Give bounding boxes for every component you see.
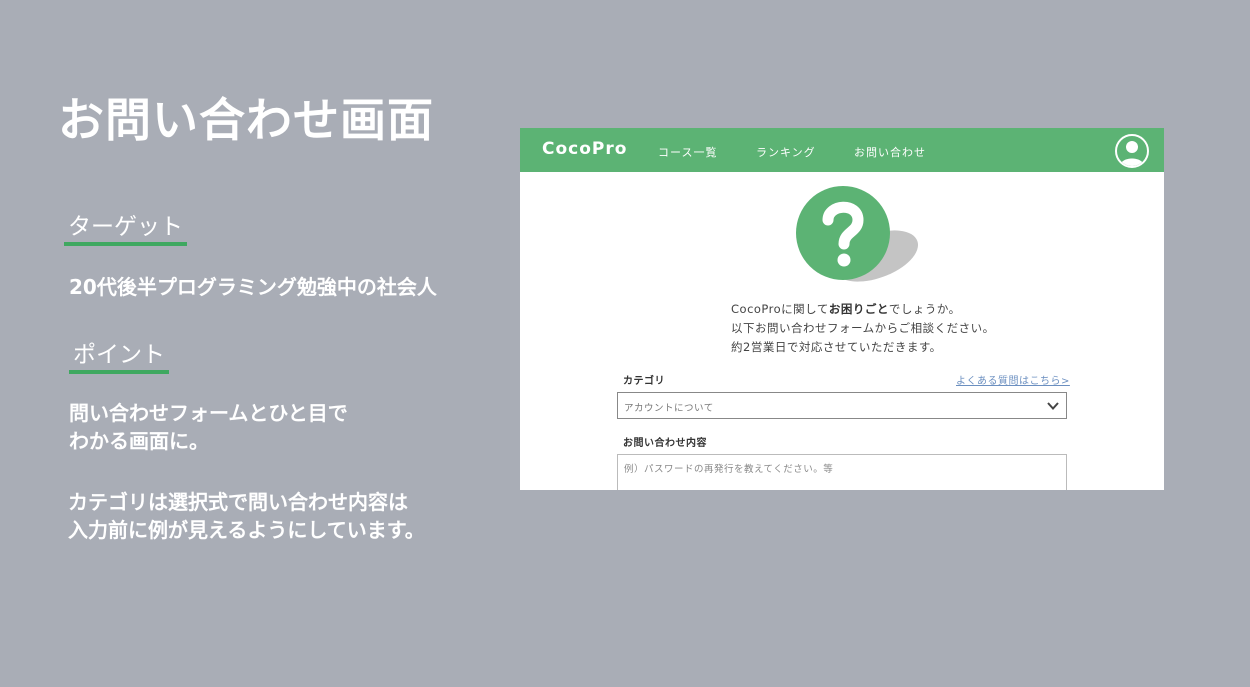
site-header: CocoPro コース一覧 ランキング お問い合わせ [520,128,1164,172]
site-logo[interactable]: CocoPro [542,139,627,159]
contact-page-mockup: CocoPro コース一覧 ランキング お問い合わせ CocoProに関してお困… [520,128,1164,490]
lead-text: CocoProに関してお困りごとでしょうか。 以下お問い合わせフォームからご相談… [731,300,995,357]
point-text-1-line: 問い合わせフォームとひと目で [69,401,348,425]
category-select-value: アカウントについて [624,403,714,414]
lead-line-2: 以下お問い合わせフォームからご相談ください。 [731,321,995,335]
faq-link[interactable]: よくある質問はこちら> [956,372,1070,387]
user-avatar-icon[interactable] [1115,134,1149,168]
question-mark-icon [796,186,926,286]
slide-title: お問い合わせ画面 [58,93,434,147]
point-text-2-line: カテゴリは選択式で問い合わせ内容は [68,490,408,514]
point-text-1-line: わかる画面に。 [69,429,209,453]
lead-line-1-after: でしょうか。 [888,302,961,316]
point-text-2-line: 入力前に例が見えるようにしています。 [68,518,425,542]
lead-line-1-before: CocoProに関して [731,302,829,316]
nav-ranking[interactable]: ランキング [756,144,816,160]
target-text: 20代後半プログラミング勉強中の社会人 [69,275,437,299]
point-text-2: カテゴリは選択式で問い合わせ内容は 入力前に例が見えるようにしています。 [68,488,425,544]
lead-line-3: 約2営業日で対応させていただきます。 [731,340,942,354]
target-heading: ターゲット [64,207,187,246]
lead-line-1-strong: お困りごと [828,302,889,316]
lead-line-1: CocoProに関してお困りごとでしょうか。 [731,300,995,319]
point-text-1: 問い合わせフォームとひと目で わかる画面に。 [69,399,348,455]
content-placeholder: 例）パスワードの再発行を教えてください。等 [624,464,834,475]
nav-contact[interactable]: お問い合わせ [854,144,926,160]
content-textarea[interactable]: 例）パスワードの再発行を教えてください。等 [617,454,1067,490]
chevron-down-icon [1047,402,1059,410]
content-label: お問い合わせ内容 [623,438,707,449]
nav-course-list[interactable]: コース一覧 [658,144,717,160]
point-heading: ポイント [69,335,169,374]
category-select[interactable]: アカウントについて [617,392,1067,419]
category-label: カテゴリ [623,376,665,387]
